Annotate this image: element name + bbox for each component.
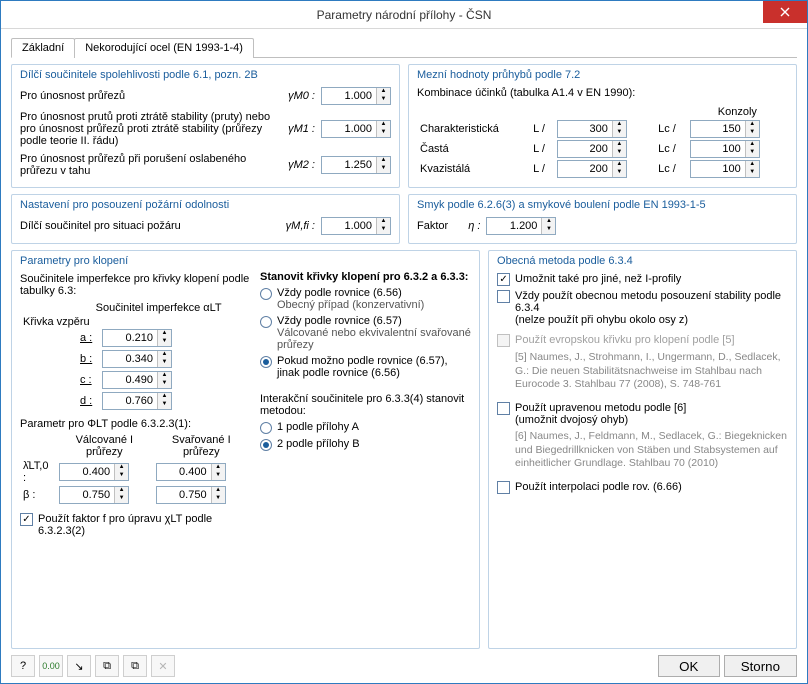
paste-icon: ⧉ (131, 660, 139, 673)
tab-bar: Základní Nekorodující ocel (EN 1993-1-4) (11, 37, 797, 58)
defl-lc-quasi[interactable]: ▲▼ (690, 160, 760, 178)
ltb-alpha-d[interactable]: ▲▼ (102, 392, 172, 410)
shear-symbol: η : (468, 220, 480, 232)
gm2-symbol: γM2 : (288, 159, 315, 171)
defl-row-quasi: Kvazistálá L / ▲▼ Lc / ▲▼ (417, 159, 788, 179)
radio-eq656[interactable]: Vždy podle rovnice (6.56)Obecný případ (… (260, 287, 471, 311)
gm0-symbol: γM0 : (288, 90, 315, 102)
gm1-label: Pro únosnost prutů proti ztrátě stabilit… (20, 111, 282, 147)
undo-icon: ↘ (74, 660, 83, 673)
beta-sym: β : (20, 485, 56, 505)
check-always-general[interactable]: Vždy použít obecnou metodu posouzení sta… (497, 290, 788, 326)
lambda-weld[interactable]: ▲▼ (156, 463, 226, 481)
gm0-label: Pro únosnost průřezů (20, 90, 282, 102)
check-use-f[interactable]: ✓Použít faktor f pro úpravu χLT podle 6.… (20, 513, 250, 537)
help-icon: ? (20, 660, 26, 672)
cancel-button[interactable]: Storno (724, 655, 797, 677)
tab-basic[interactable]: Základní (11, 38, 75, 58)
ref-5: [5] Naumes, J., Strohmann, I., Ungermann… (515, 351, 788, 392)
check-allow-noni[interactable]: ✓Umožnit také pro jiné, než I-profily (497, 273, 788, 286)
radio-eq657[interactable]: Vždy podle rovnice (6.57)Válcované nebo … (260, 315, 471, 351)
radio-eq-auto[interactable]: Pokud možno podle rovnice (6.57), jinak … (260, 355, 471, 379)
group-defl-title: Mezní hodnoty průhybů podle 7.2 (417, 69, 788, 81)
ltb-row-a: a :▲▼ (80, 329, 250, 347)
gm2-input[interactable]: ▲▼ (321, 156, 391, 174)
fire-label: Dílčí součinitel pro situaci požáru (20, 220, 280, 232)
close-icon (780, 7, 790, 17)
close-button[interactable] (763, 1, 807, 23)
col-roll: Válcované I průřezy (56, 433, 152, 459)
radio-annex-a[interactable]: 1 podle přílohy A (260, 421, 471, 434)
radio-annex-b[interactable]: 2 podle přílohy B (260, 438, 471, 451)
defl-l-quasi[interactable]: ▲▼ (557, 160, 627, 178)
check-interpolation[interactable]: Použít interpolaci podle rov. (6.66) (497, 481, 788, 494)
gm1-input[interactable]: ▲▼ (321, 120, 391, 138)
col-imperf: Součinitel imperfekce αLT (93, 301, 225, 315)
delete-button: ✕ (151, 655, 175, 677)
ltb-row-d: d :▲▼ (80, 392, 250, 410)
delete-icon: ✕ (158, 660, 167, 673)
group-partial-title: Dílčí součinitele spolehlivosti podle 6.… (20, 69, 391, 81)
col-weld: Svařované I průřezy (153, 433, 250, 459)
defl-lc-freq[interactable]: ▲▼ (690, 140, 760, 158)
defl-row-char: Charakteristická L / ▲▼ Lc / ▲▼ (417, 119, 788, 139)
copy-icon: ⧉ (103, 660, 111, 673)
group-fire-title: Nastavení pro posouzení požární odolnost… (20, 199, 391, 211)
defl-row-freq: Častá L / ▲▼ Lc / ▲▼ (417, 139, 788, 159)
window-title: Parametry národní přílohy - ČSN (317, 8, 492, 22)
group-ltb: Parametry pro klopení Součinitele imperf… (11, 250, 480, 649)
imperf-label: Součinitele imperfekce pro křivky klopen… (20, 273, 250, 297)
help-button[interactable]: ? (11, 655, 35, 677)
beta-roll[interactable]: ▲▼ (59, 486, 129, 504)
group-ltb-title: Parametry pro klopení (20, 255, 250, 267)
col-curve: Křivka vzpěru (20, 315, 93, 329)
lambda-roll[interactable]: ▲▼ (59, 463, 129, 481)
defl-col-console: Konzoly (687, 105, 788, 119)
beta-weld[interactable]: ▲▼ (156, 486, 226, 504)
ltb-alpha-b[interactable]: ▲▼ (102, 350, 172, 368)
group-fire: Nastavení pro posouzení požární odolnost… (11, 194, 400, 244)
group-deflection: Mezní hodnoty průhybů podle 7.2 Kombinac… (408, 64, 797, 188)
gm1-symbol: γM1 : (288, 123, 315, 135)
ok-button[interactable]: OK (658, 655, 720, 677)
shear-input[interactable]: ▲▼ (486, 217, 556, 235)
reset-icon: 0.00 (42, 661, 60, 671)
check-eu-curve: Použít evropskou křivku pro klopení podl… (497, 334, 788, 347)
defaults-button[interactable]: 0.00 (39, 655, 63, 677)
fire-symbol: γM,fi : (286, 220, 315, 232)
lambda-sym: λ̄LT,0 : (20, 459, 56, 485)
group-partial-factors: Dílčí součinitele spolehlivosti podle 6.… (11, 64, 400, 188)
ltb-alpha-a[interactable]: ▲▼ (102, 329, 172, 347)
ref-6: [6] Naumes, J., Feldmann, M., Sedlacek, … (515, 430, 788, 471)
ltb-row-b: b :▲▼ (80, 350, 250, 368)
group-gen-title: Obecná metoda podle 6.3.4 (497, 255, 788, 267)
defl-lc-char[interactable]: ▲▼ (690, 120, 760, 138)
ltb-alpha-c[interactable]: ▲▼ (102, 371, 172, 389)
check-modified-method[interactable]: Použít upravenou metodu podle [6](umožni… (497, 402, 788, 426)
tab-stainless[interactable]: Nekorodující ocel (EN 1993-1-4) (74, 38, 254, 58)
copy-button[interactable]: ⧉ (95, 655, 119, 677)
titlebar: Parametry národní přílohy - ČSN (1, 1, 807, 29)
interact-title: Interakční součinitele pro 6.3.3(4) stan… (260, 393, 471, 417)
defl-l-char[interactable]: ▲▼ (557, 120, 627, 138)
gm2-label: Pro únosnost průřezů při porušení oslabe… (20, 153, 282, 177)
shear-label: Faktor (417, 220, 448, 232)
group-shear: Smyk podle 6.2.6(3) a smykové boulení po… (408, 194, 797, 244)
defl-combo-label: Kombinace účinků (tabulka A1.4 v EN 1990… (417, 87, 788, 99)
ltb-row-c: c :▲▼ (80, 371, 250, 389)
curves-title: Stanovit křivky klopení pro 6.3.2 a 6.3.… (260, 271, 471, 283)
group-general-method: Obecná metoda podle 6.3.4 ✓Umožnit také … (488, 250, 797, 649)
defl-l-freq[interactable]: ▲▼ (557, 140, 627, 158)
group-shear-title: Smyk podle 6.2.6(3) a smykové boulení po… (417, 199, 788, 211)
gm0-input[interactable]: ▲▼ (321, 87, 391, 105)
load-icon-button[interactable]: ↘ (67, 655, 91, 677)
fire-input[interactable]: ▲▼ (321, 217, 391, 235)
paste-button[interactable]: ⧉ (123, 655, 147, 677)
phi-label: Parametr pro ΦLT podle 6.3.2.3(1): (20, 418, 250, 430)
